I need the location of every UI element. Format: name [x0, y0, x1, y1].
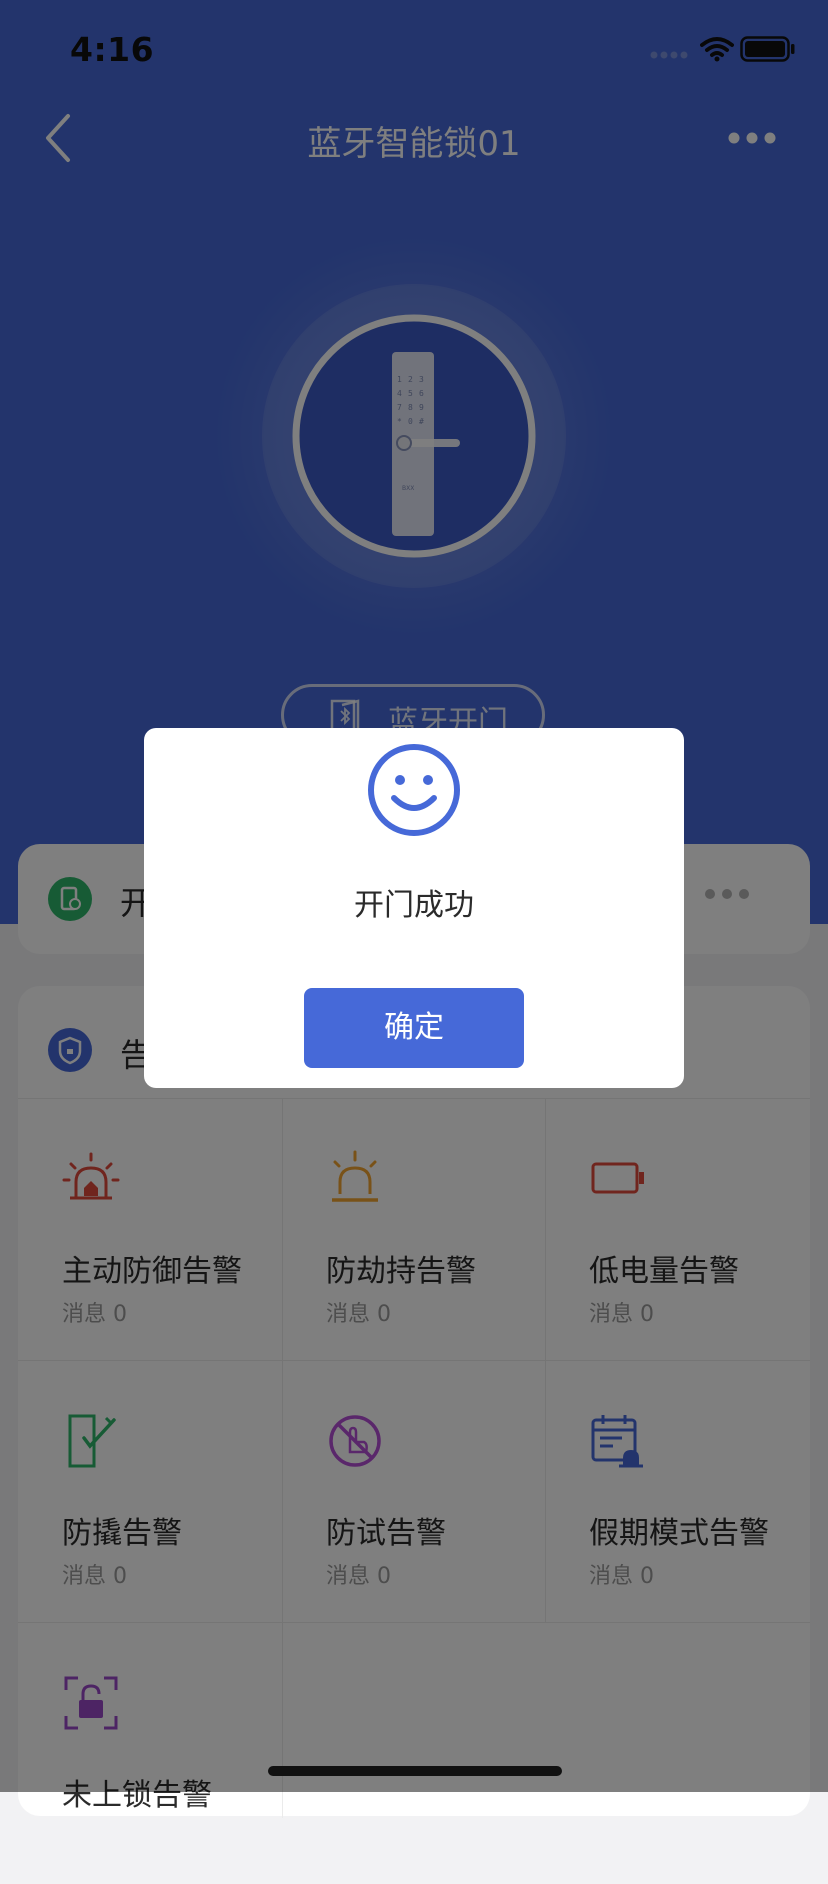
dialog-message: 开门成功: [354, 888, 474, 923]
unlock-success-dialog: 开门成功 确定: [144, 728, 684, 1088]
smile-icon: [368, 744, 460, 836]
home-indicator: [268, 1766, 562, 1776]
confirm-button[interactable]: 确定: [304, 988, 524, 1068]
